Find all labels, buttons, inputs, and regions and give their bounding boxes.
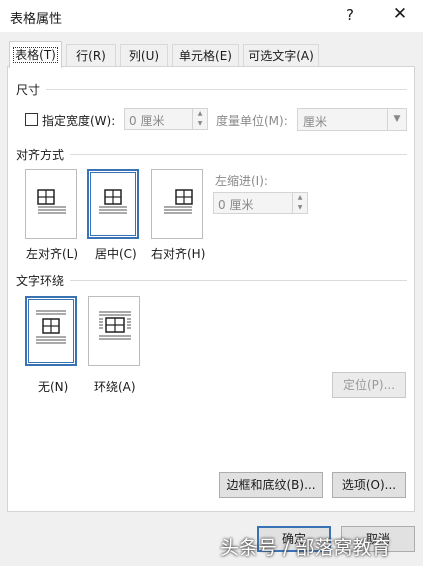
- tab-column[interactable]: 列(U): [120, 44, 168, 66]
- wrapping-heading: 文字环绕: [16, 274, 65, 288]
- measure-value: 厘米: [303, 115, 328, 129]
- alignment-heading: 对齐方式: [16, 148, 65, 162]
- divider: [70, 154, 407, 155]
- spin-down-icon[interactable]: ▼: [193, 119, 207, 129]
- indent-spinner[interactable]: 0 厘米 ▲ ▼: [213, 192, 308, 214]
- chevron-down-icon: ▼: [387, 109, 406, 130]
- align-right-label: 右对齐(H): [151, 247, 206, 261]
- align-right-option[interactable]: [151, 169, 203, 239]
- spin-up-icon[interactable]: ▲: [193, 109, 207, 119]
- align-center-option[interactable]: [87, 169, 139, 239]
- width-value: 0 厘米: [129, 114, 165, 128]
- align-left-icon: [37, 189, 66, 214]
- tab-alt-text[interactable]: 可选文字(A): [243, 44, 319, 66]
- wrap-none-option[interactable]: [25, 296, 77, 366]
- divider: [70, 280, 407, 281]
- wrap-none-label: 无(N): [38, 380, 69, 394]
- tab-panel: [7, 66, 415, 512]
- indent-label: 左缩进(I):: [215, 174, 268, 188]
- size-heading: 尺寸: [16, 83, 41, 97]
- indent-value: 0 厘米: [218, 198, 254, 212]
- help-icon[interactable]: ?: [346, 6, 354, 24]
- specify-width-checkbox[interactable]: [25, 113, 38, 126]
- align-center-label: 居中(C): [95, 247, 137, 261]
- align-left-option[interactable]: [25, 169, 77, 239]
- tab-row[interactable]: 行(R): [66, 44, 116, 66]
- align-right-icon: [164, 189, 193, 214]
- borders-shading-button[interactable]: 边框和底纹(B)...: [219, 472, 323, 498]
- options-button[interactable]: 选项(O)...: [332, 472, 406, 498]
- align-center-icon: [99, 189, 127, 214]
- width-spinner[interactable]: 0 厘米 ▲ ▼: [124, 108, 208, 130]
- spin-up-icon[interactable]: ▲: [293, 193, 307, 203]
- wrap-around-icon: [99, 311, 131, 340]
- wrap-around-label: 环绕(A): [94, 380, 136, 394]
- wrap-around-option[interactable]: [88, 296, 140, 366]
- position-button[interactable]: 定位(P)...: [332, 372, 406, 398]
- close-icon[interactable]: ✕: [389, 3, 411, 25]
- watermark: 头条号 / 部落窝教育: [220, 537, 391, 559]
- measure-label: 度量单位(M):: [216, 114, 288, 128]
- divider: [46, 89, 407, 90]
- dialog-title: 表格属性: [10, 12, 63, 27]
- spin-down-icon[interactable]: ▼: [293, 203, 307, 213]
- specify-width-label: 指定宽度(W):: [42, 114, 116, 128]
- measure-select[interactable]: 厘米 ▼: [297, 108, 407, 131]
- align-left-label: 左对齐(L): [26, 247, 79, 261]
- tab-cell[interactable]: 单元格(E): [172, 44, 239, 66]
- tab-table[interactable]: 表格(T): [9, 41, 62, 68]
- title-bar: [0, 0, 423, 32]
- wrap-none-icon: [36, 310, 66, 344]
